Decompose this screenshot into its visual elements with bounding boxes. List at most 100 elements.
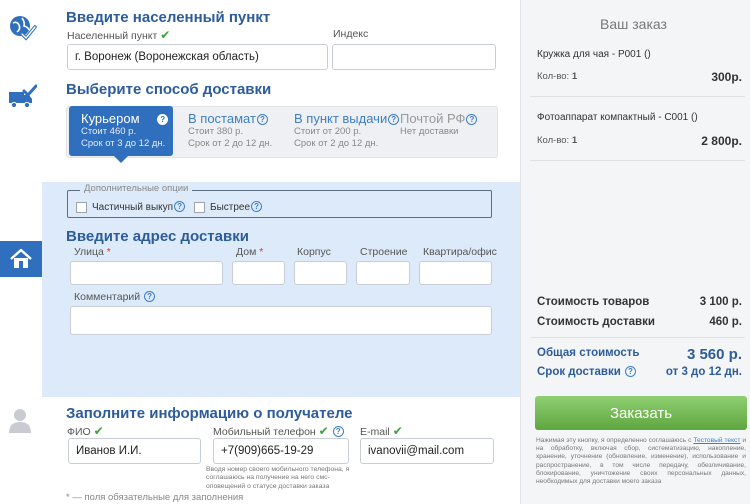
faster-checkbox[interactable] — [194, 202, 205, 213]
building-label: Корпус — [297, 246, 331, 258]
delivery-section-title: Выберите способ доставки — [66, 81, 272, 98]
delivery-option-cost: Стоит 460 р. — [81, 126, 137, 137]
qty-label: Кол-во: — [537, 71, 570, 82]
globe-check-icon — [4, 10, 40, 46]
faster-option: Быстрее? — [210, 201, 263, 213]
required-mark: * — [259, 246, 264, 258]
order-item-price: 2 800р. — [701, 134, 742, 148]
consent-link[interactable]: Тестовый текст — [693, 437, 740, 444]
phone-label: Мобильный телефон ✔ ? — [213, 424, 344, 438]
partial-buyout-option: Частичный выкуп? — [92, 201, 186, 213]
extra-options-legend: Дополнительные опции — [80, 183, 193, 194]
house-label: Дом * — [236, 246, 263, 258]
building-input[interactable] — [294, 261, 347, 285]
delivery-cost-label: Стоимость доставки — [537, 316, 655, 328]
delivery-term-label-text: Срок доставки — [537, 366, 621, 378]
house-icon — [0, 241, 42, 277]
qty-value: 1 — [571, 135, 578, 146]
city-label: Населенный пункт ✔ — [67, 28, 170, 42]
delivery-option-pickup[interactable]: В пункт выдачи? Стоит от 200 р. Срок от … — [294, 106, 400, 158]
comment-label: Комментарий ? — [74, 291, 156, 303]
required-fields-note: * — поля обязательные для заполнения — [66, 492, 244, 503]
question-icon[interactable]: ? — [251, 201, 263, 212]
flat-label: Квартира/офис — [423, 246, 497, 258]
delivery-option-cost: Нет доставки — [400, 126, 459, 137]
email-input[interactable]: ivanovii@mail.com — [360, 438, 494, 464]
goods-cost-value: 3 100 р. — [699, 296, 742, 308]
house-label-text: Дом — [236, 246, 257, 258]
truck-check-icon — [4, 80, 40, 116]
check-icon: ✔ — [392, 424, 403, 438]
consent-text-after: и на обработку, включая сбор, систематиз… — [536, 437, 747, 486]
delivery-option-term: Срок от 3 до 12 дн. — [81, 138, 166, 149]
delivery-option-term: Срок от 2 до 12 дн. — [294, 138, 379, 149]
delivery-term-value: от 3 до 12 дн. — [665, 366, 742, 378]
consent-text-before: Нажимая эту кнопку, я определенно соглаш… — [536, 437, 694, 444]
phone-input[interactable]: +7(909)665-19-29 — [213, 438, 349, 464]
structure-label: Строение — [360, 246, 408, 258]
phone-note: Вводя номер своего мобильного телефона, … — [206, 466, 350, 490]
structure-input[interactable] — [356, 261, 410, 285]
delivery-option-name: Курьером — [81, 111, 140, 126]
name-label: ФИО ✔ — [67, 424, 104, 438]
question-icon[interactable]: ? — [144, 291, 156, 302]
goods-cost-label: Стоимость товаров — [537, 296, 650, 308]
city-input[interactable]: г. Воронеж (Воронежская область) — [67, 44, 328, 70]
delivery-term-label: Срок доставки ? — [537, 366, 636, 378]
location-section-title: Введите населенный пункт — [66, 9, 271, 26]
order-item-qty: Кол-во: 1 — [537, 71, 577, 82]
faster-label: Быстрее — [210, 202, 251, 213]
email-label-text: E-mail — [360, 426, 390, 438]
totals-separator — [530, 337, 745, 338]
delivery-option-cost: Стоит 380 р. — [188, 126, 244, 137]
street-input[interactable] — [70, 261, 223, 285]
delivery-cost-value: 460 р. — [709, 316, 742, 328]
question-icon[interactable]: ? — [625, 366, 636, 377]
index-label: Индекс — [333, 28, 369, 40]
check-icon: ✔ — [318, 424, 329, 438]
delivery-option-cost: Стоит от 200 р. — [294, 126, 362, 137]
total-cost-label: Общая стоимость — [537, 347, 640, 359]
delivery-option-postamat[interactable]: В постамат? Стоит 380 р. Срок от 2 до 12… — [188, 106, 272, 158]
delivery-option-post[interactable]: Почтой РФ? Нет доставки — [400, 106, 478, 158]
total-cost-value: 3 560 р. — [686, 346, 742, 363]
comment-input[interactable] — [70, 306, 492, 335]
delivery-option-courier[interactable]: Курьером ? Стоит 460 р. Срок от 3 до 12 … — [69, 106, 173, 156]
order-item-price: 300р. — [711, 70, 742, 84]
question-icon[interactable]: ? — [332, 426, 344, 437]
phone-label-text: Мобильный телефон — [213, 426, 316, 438]
delivery-option-name: В пункт выдачи — [294, 111, 388, 126]
partial-buyout-checkbox[interactable] — [76, 202, 87, 213]
order-button[interactable]: Заказать — [535, 396, 747, 430]
order-title: Ваш заказ — [600, 16, 667, 32]
name-input[interactable]: Иванов И.И. — [68, 438, 201, 464]
question-icon[interactable]: ? — [466, 114, 478, 125]
item-separator — [530, 160, 745, 161]
house-input[interactable] — [232, 261, 285, 285]
delivery-option-name: Почтой РФ — [400, 111, 466, 126]
flat-input[interactable] — [419, 261, 492, 285]
required-mark: * — [106, 246, 111, 258]
order-item-name: Фотоаппарат компактный - C001 () — [537, 112, 698, 123]
question-icon[interactable]: ? — [388, 114, 400, 125]
comment-label-text: Комментарий — [74, 291, 141, 303]
order-item-qty: Кол-во: 1 — [537, 135, 577, 146]
item-separator — [530, 96, 745, 97]
question-icon[interactable]: ? — [157, 114, 169, 125]
selected-pointer — [114, 156, 128, 163]
email-label: E-mail ✔ — [360, 424, 403, 438]
question-icon[interactable]: ? — [174, 201, 186, 212]
question-icon[interactable]: ? — [256, 114, 268, 125]
person-icon — [2, 402, 38, 438]
consent-text: Нажимая эту кнопку, я определенно соглаш… — [536, 437, 746, 486]
index-input[interactable] — [332, 44, 496, 70]
street-label-text: Улица — [74, 246, 104, 258]
street-label: Улица * — [74, 246, 111, 258]
qty-value: 1 — [571, 71, 578, 82]
partial-buyout-label: Частичный выкуп — [92, 202, 174, 213]
recipient-section-title: Заполните информацию о получателе — [66, 405, 353, 422]
address-section-title: Введите адрес доставки — [66, 228, 249, 245]
name-label-text: ФИО — [67, 426, 91, 438]
check-icon: ✔ — [93, 424, 104, 438]
city-label-text: Населенный пункт — [67, 30, 158, 42]
